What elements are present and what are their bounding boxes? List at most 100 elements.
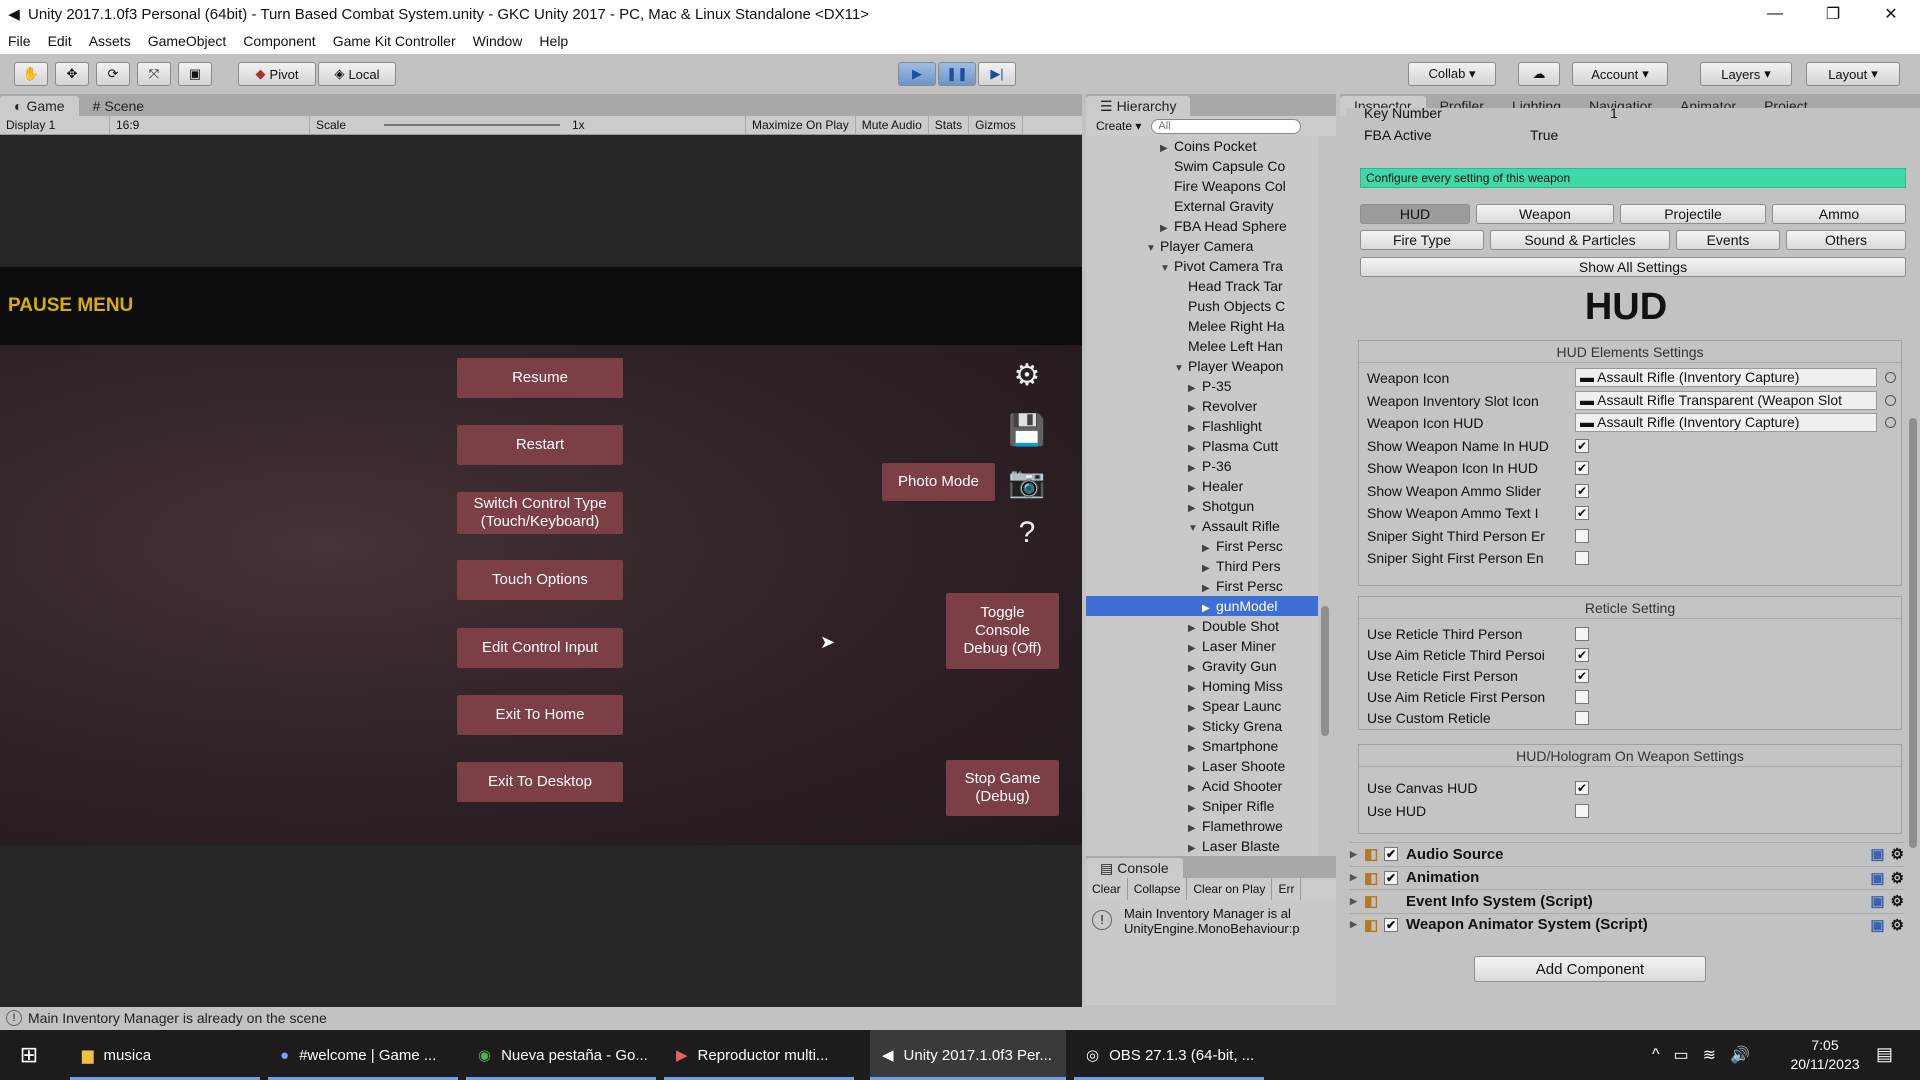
exit-to-desktop-button[interactable]: Exit To Desktop: [457, 762, 623, 802]
hud-tab-button[interactable]: HUD: [1360, 204, 1470, 224]
hierarchy-search-input[interactable]: [1151, 118, 1302, 134]
checkbox-checked[interactable]: ✔: [1575, 438, 1589, 453]
hierarchy-item[interactable]: Swim Capsule Co: [1086, 156, 1318, 176]
hierarchy-scrollbar[interactable]: [1318, 136, 1332, 848]
stop-game-debug-button[interactable]: Stop Game (Debug): [946, 760, 1059, 816]
gear-icon[interactable]: ⚙: [1891, 845, 1904, 863]
expand-right-arrow-icon[interactable]: ▶: [1188, 419, 1202, 436]
wifi-icon[interactable]: ≋: [1703, 1045, 1716, 1065]
menu-edit[interactable]: Edit: [48, 33, 72, 49]
checkbox-unchecked[interactable]: [1575, 690, 1589, 704]
expand-right-arrow-icon[interactable]: ▶: [1188, 379, 1202, 396]
start-button[interactable]: ⊞: [0, 1030, 58, 1080]
hierarchy-item[interactable]: ▶ Laser Blaste: [1086, 836, 1318, 856]
object-picker-icon[interactable]: [1885, 417, 1896, 428]
step-button[interactable]: ▶|: [978, 62, 1016, 86]
expand-right-arrow-icon[interactable]: ▶: [1188, 619, 1202, 636]
object-picker-icon[interactable]: [1885, 372, 1896, 383]
help-book-icon[interactable]: ▣: [1870, 892, 1884, 910]
tray-chevron-up-icon[interactable]: ^: [1652, 1046, 1660, 1064]
console-entry[interactable]: Main Inventory Manager is al UnityEngine…: [1124, 906, 1332, 936]
layout-dropdown[interactable]: Layout ▾: [1806, 62, 1900, 86]
ammo-tab-button[interactable]: Ammo: [1772, 204, 1906, 224]
hierarchy-item[interactable]: ▶ Flamethrowe: [1086, 816, 1318, 836]
hierarchy-item[interactable]: ▶ Coins Pocket: [1086, 136, 1318, 156]
others-tab-button[interactable]: Others: [1786, 230, 1906, 250]
help-question-icon[interactable]: ?: [1007, 513, 1047, 553]
hierarchy-item[interactable]: ▼ Player Weapon: [1086, 356, 1318, 376]
game-view[interactable]: PAUSE MENU Resume Restart Switch Control…: [0, 135, 1082, 1015]
component-header[interactable]: ▶ ◧ ✔ Audio Source ▣ ⚙: [1350, 842, 1904, 865]
hierarchy-item[interactable]: ▶ Homing Miss: [1086, 676, 1318, 696]
console-clear-on-play-button[interactable]: Clear on Play: [1187, 878, 1273, 900]
expand-right-arrow-icon[interactable]: ▶: [1188, 459, 1202, 476]
stats-toggle[interactable]: Stats: [929, 116, 970, 134]
fire-type-tab-button[interactable]: Fire Type: [1360, 230, 1484, 250]
gear-icon[interactable]: ⚙: [1891, 892, 1904, 910]
component-enabled-checkbox[interactable]: ✔: [1384, 870, 1398, 885]
close-button[interactable]: ✕: [1862, 4, 1920, 24]
hierarchy-item[interactable]: ▶ gunModel: [1086, 596, 1318, 616]
gizmos-dropdown[interactable]: Gizmos: [969, 116, 1023, 134]
maximize-button[interactable]: ❐: [1804, 4, 1862, 24]
checkbox-checked[interactable]: ✔: [1575, 648, 1589, 662]
expand-right-arrow-icon[interactable]: ▶: [1188, 719, 1202, 736]
expand-right-arrow-icon[interactable]: ▶: [1160, 139, 1174, 156]
exit-to-home-button[interactable]: Exit To Home: [457, 695, 623, 735]
hierarchy-item[interactable]: ▶ Gravity Gun: [1086, 656, 1318, 676]
expand-right-arrow-icon[interactable]: ▶: [1350, 896, 1364, 907]
touch-options-button[interactable]: Touch Options: [457, 560, 623, 600]
projectile-tab-button[interactable]: Projectile: [1620, 204, 1766, 224]
component-header[interactable]: ▶ ◧ ✔ Animation ▣ ⚙: [1350, 865, 1904, 889]
hierarchy-item[interactable]: ▶ Sniper Rifle: [1086, 796, 1318, 816]
gear-icon[interactable]: ⚙: [1891, 916, 1904, 934]
hierarchy-item[interactable]: ▶ Flashlight: [1086, 416, 1318, 436]
status-bar[interactable]: ! Main Inventory Manager is already on t…: [0, 1007, 1920, 1029]
camera-icon[interactable]: 📷: [1007, 462, 1047, 502]
hierarchy-item[interactable]: Melee Right Ha: [1086, 316, 1318, 336]
hierarchy-item[interactable]: ▶ Laser Shoote: [1086, 756, 1318, 776]
toggle-console-debug-button[interactable]: Toggle Console Debug (Off): [946, 593, 1059, 669]
object-field[interactable]: ▬ Assault Rifle (Inventory Capture): [1575, 368, 1877, 387]
checkbox-checked[interactable]: ✔: [1575, 781, 1589, 795]
expand-down-arrow-icon[interactable]: ▼: [1174, 359, 1188, 376]
help-book-icon[interactable]: ▣: [1870, 845, 1884, 863]
rect-tool-button[interactable]: ▣: [178, 62, 212, 86]
hierarchy-item[interactable]: ▶ First Persc: [1086, 536, 1318, 556]
pause-button[interactable]: ❚❚: [938, 62, 976, 86]
component-enabled-checkbox[interactable]: ✔: [1384, 847, 1398, 861]
taskbar-item-chrome[interactable]: ◉ Nueva pestaña - Go...: [466, 1030, 656, 1080]
taskbar-item-media-player[interactable]: ▶ Reproductor multi...: [664, 1030, 854, 1080]
scale-slider[interactable]: [378, 116, 566, 134]
hierarchy-item[interactable]: ▶ First Persc: [1086, 576, 1318, 596]
settings-gear-icon[interactable]: ⚙: [1007, 355, 1047, 395]
component-header[interactable]: ▶ ◧ Event Info System (Script) ▣ ⚙: [1350, 889, 1904, 912]
move-tool-button[interactable]: ✥: [55, 62, 89, 86]
maximize-on-play-toggle[interactable]: Maximize On Play: [746, 116, 856, 134]
object-field[interactable]: ▬ Assault Rifle (Inventory Capture): [1575, 413, 1877, 432]
display-dropdown[interactable]: Display 1: [0, 116, 110, 134]
expand-right-arrow-icon[interactable]: ▶: [1188, 699, 1202, 716]
expand-right-arrow-icon[interactable]: ▶: [1188, 839, 1202, 856]
expand-right-arrow-icon[interactable]: ▶: [1188, 819, 1202, 836]
checkbox-checked[interactable]: ✔: [1575, 483, 1589, 498]
expand-right-arrow-icon[interactable]: ▶: [1188, 739, 1202, 756]
hierarchy-item[interactable]: ▶ Shotgun: [1086, 496, 1318, 516]
resume-button[interactable]: Resume: [457, 358, 623, 398]
taskbar-item-unity[interactable]: ◀ Unity 2017.1.0f3 Per...: [870, 1030, 1066, 1080]
help-book-icon[interactable]: ▣: [1870, 916, 1884, 934]
add-component-button[interactable]: Add Component: [1474, 956, 1706, 982]
play-button[interactable]: ▶: [898, 62, 936, 86]
hand-tool-button[interactable]: ✋: [14, 62, 48, 86]
hierarchy-item[interactable]: ▶ Laser Miner: [1086, 636, 1318, 656]
tab-console[interactable]: ▤ Console: [1086, 858, 1183, 878]
expand-right-arrow-icon[interactable]: ▶: [1160, 219, 1174, 236]
hierarchy-item[interactable]: ▶ Double Shot: [1086, 616, 1318, 636]
taskbar-item-musica[interactable]: ▆ musica: [70, 1030, 260, 1080]
component-enabled-checkbox[interactable]: ✔: [1384, 917, 1398, 932]
hierarchy-item[interactable]: Head Track Tar: [1086, 276, 1318, 296]
expand-right-arrow-icon[interactable]: ▶: [1188, 679, 1202, 696]
expand-down-arrow-icon[interactable]: ▼: [1188, 519, 1202, 536]
photo-mode-button[interactable]: Photo Mode: [882, 463, 995, 501]
component-header[interactable]: ▶ ◧ ✔ Weapon Animator System (Script) ▣ ⚙: [1350, 912, 1904, 936]
